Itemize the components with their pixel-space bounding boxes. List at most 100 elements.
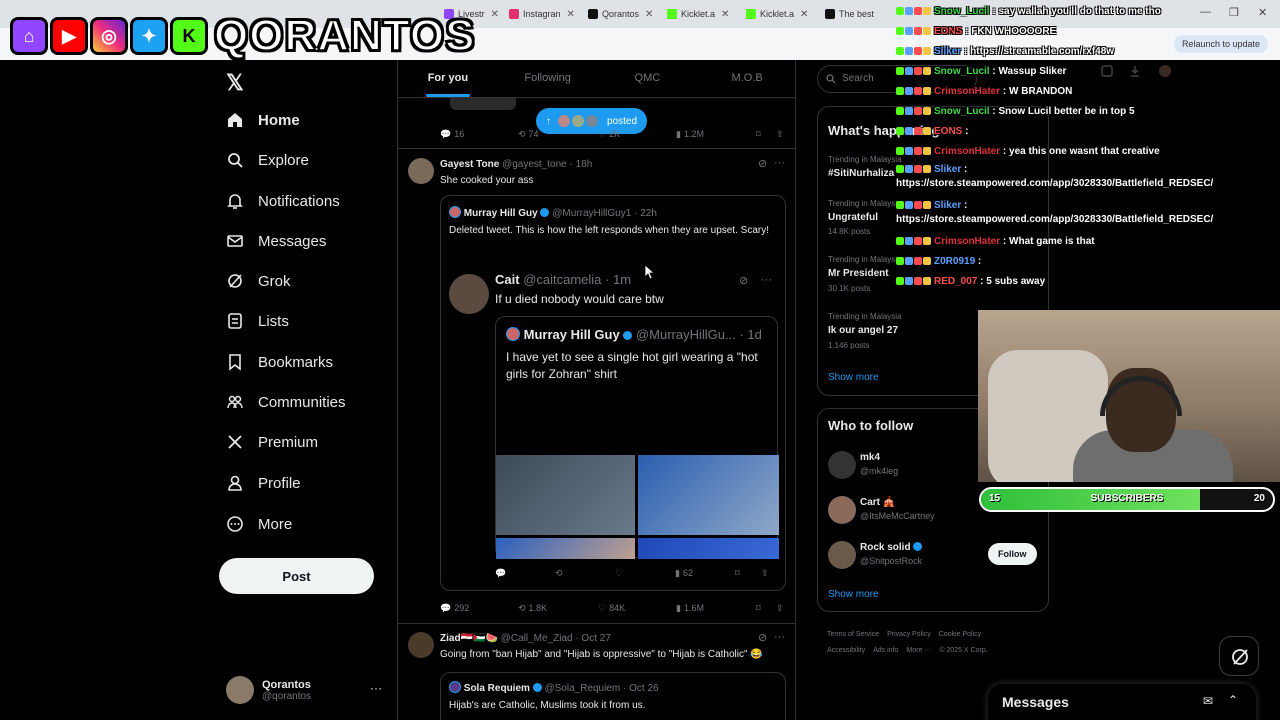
media-image[interactable] [638,538,779,559]
reply-button[interactable]: 💬 [495,568,506,579]
repost-button[interactable]: ⟲ 1.8K [518,603,547,614]
profile-avatar-icon[interactable] [1158,64,1172,78]
nav-messages[interactable]: Messages [226,226,326,256]
show-more-link[interactable]: Show more [828,372,879,383]
avatar[interactable] [408,158,434,184]
media-image[interactable] [496,455,635,535]
tab-following[interactable]: Following [498,60,598,97]
nav-more[interactable]: More [226,509,292,539]
tweet-text: Going from "ban Hijab" and "Hijab is opp… [440,649,763,660]
views-button[interactable]: ▮ 1.6M [676,603,704,614]
media-image[interactable] [496,538,635,559]
compose-message-icon[interactable]: ✉ [1203,694,1213,708]
close-tab-icon[interactable]: ✕ [721,9,729,20]
tab-for-you[interactable]: For you [398,60,498,97]
avatar [557,114,571,128]
more-dots-icon[interactable]: ··· [774,631,785,643]
repost-button[interactable]: ⟲ [555,568,563,579]
show-more-link[interactable]: Show more [828,589,879,600]
download-icon[interactable] [1128,64,1142,78]
more-dots-icon[interactable]: ··· [761,274,772,286]
browser-tab[interactable]: Instagran ✕ [503,4,581,24]
close-tab-icon[interactable]: ✕ [491,9,499,20]
nav-profile[interactable]: Profile [226,468,301,498]
nav-notifications[interactable]: Notifications [226,186,340,216]
extensions-icon[interactable] [1100,64,1114,78]
tab-mob[interactable]: M.O.B [697,60,795,97]
more-dots-icon[interactable]: ··· [774,157,785,169]
avatar[interactable] [408,632,434,658]
browser-tab[interactable]: Kicklet.a ✕ [740,4,814,24]
browser-tab[interactable]: The best [819,4,880,24]
share-icon[interactable]: ⇪ [776,129,784,140]
close-tab-icon[interactable]: ✕ [800,9,808,20]
list-icon [228,313,242,329]
post-button[interactable]: Post [219,558,374,594]
bookmark-icon[interactable]: ⌑ [735,568,740,579]
close-tab-icon[interactable]: ✕ [567,9,575,20]
browser-tab[interactable]: Qorantos ✕ [582,4,659,24]
webcam-feed [978,310,1280,482]
chat-username: EONS [934,26,963,37]
x-logo-icon[interactable]: 𝕏 [226,70,244,96]
more-dots-icon[interactable]: ··· [370,681,382,695]
trend-item[interactable]: Ungrateful [828,212,878,223]
nested-quote-tweet[interactable]: Murray Hill Guy @MurrayHillGu... · 1d I … [495,316,779,559]
like-button[interactable]: ♡ [615,568,623,579]
account-switcher[interactable]: Qorantos @qorantos ··· [226,673,386,707]
avatar[interactable] [828,541,856,569]
avatar [226,676,254,704]
trend-item[interactable]: #SitiNurhaliza [828,168,894,179]
messages-drawer[interactable]: Messages ✉ ⌃ [988,684,1256,720]
grok-icon[interactable]: ⊘ [758,631,767,644]
views-button[interactable]: ▮ 62 [675,568,693,579]
media-image[interactable] [638,455,779,535]
nav-bookmarks[interactable]: Bookmarks [226,347,333,377]
repost-button[interactable]: ⟲ 74 [518,129,539,140]
nav-communities[interactable]: Communities [226,387,346,417]
grok-icon[interactable]: ⊘ [758,157,767,170]
minimize-icon[interactable]: — [1200,6,1211,18]
trend-item[interactable]: Ik our angel 27 [828,325,898,336]
nav-home[interactable]: Home [226,105,300,135]
chevron-up-icon[interactable]: ⌃ [1228,693,1238,707]
twitter-icon: ✦ [130,17,168,55]
chat-text: FKN WHOOOORE [971,26,1057,37]
browser-tab[interactable]: Kicklet.a ✕ [661,4,735,24]
grok-icon[interactable]: ⊘ [739,274,748,287]
close-window-icon[interactable]: ✕ [1258,6,1267,19]
chat-badges-icon [896,107,931,115]
bookmark-icon[interactable]: ⌑ [756,129,761,140]
share-icon[interactable]: ⇪ [776,603,784,614]
mouse-cursor-icon [644,264,654,280]
follow-button[interactable]: Follow [988,543,1037,565]
quote-tweet[interactable]: Murray Hill Guy @MurrayHillGuy1 · 22h De… [440,195,786,591]
trend-item[interactable]: Mr President [828,268,889,279]
nav-explore[interactable]: Explore [226,145,309,175]
nav-lists[interactable]: Lists [226,306,289,336]
reply-button[interactable]: 💬 292 [440,603,469,614]
grok-fab-button[interactable] [1219,636,1259,676]
close-tab-icon[interactable]: ✕ [645,9,653,20]
chat-message: CrimsonHater : W BRANDON [896,86,1072,97]
nav-premium[interactable]: Premium [226,427,318,457]
sub-goal-target: 20 [1253,493,1265,504]
maximize-icon[interactable]: ❐ [1229,6,1239,19]
share-icon[interactable]: ⇪ [761,568,769,579]
avatar [571,114,585,128]
nav-grok[interactable]: Grok [226,266,291,296]
chat-text: W BRANDON [1009,86,1073,97]
reply-button[interactable]: 💬 16 [440,129,464,140]
views-button[interactable]: ▮ 1.2M [676,129,704,140]
verified-badge-icon [913,542,923,551]
tab-favicon-icon [588,9,598,19]
like-button[interactable]: ♡ 2K [598,129,620,140]
avatar[interactable] [828,496,856,524]
avatar[interactable] [828,451,856,479]
bookmark-icon[interactable]: ⌑ [756,603,761,614]
tab-qmc[interactable]: QMC [598,60,698,97]
relaunch-button[interactable]: Relaunch to update [1173,35,1268,53]
like-button[interactable]: ♡ 84K [598,603,625,614]
tab-favicon-icon [509,9,519,19]
quote-tweet[interactable]: Sola Requiem @Sola_Requiem · Oct 26 Hija… [440,672,786,720]
